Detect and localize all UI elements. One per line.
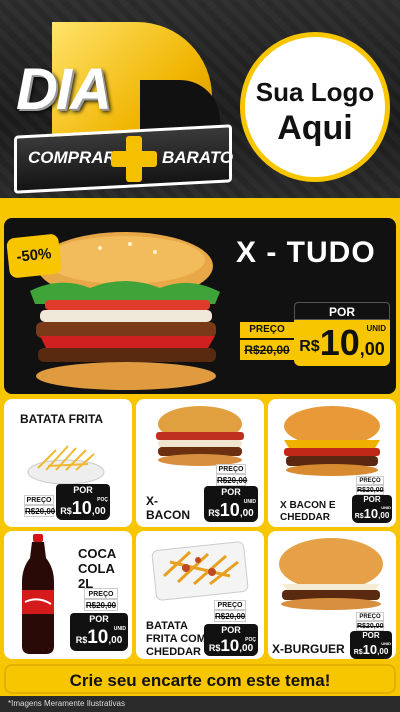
hero-unit: UNID bbox=[366, 324, 386, 333]
currency: R$ bbox=[353, 649, 363, 656]
price-box: R$10,00 UNID bbox=[70, 625, 128, 651]
currency: R$ bbox=[60, 506, 72, 516]
price-int: 10 bbox=[220, 636, 240, 655]
batata-cheddar-image bbox=[151, 541, 249, 601]
price-dec: ,00 bbox=[91, 506, 106, 517]
disclaimer-text: *Imagens Meramente Ilustrativas bbox=[0, 696, 400, 712]
por-label: POR bbox=[204, 624, 258, 636]
price-int: 10 bbox=[87, 627, 109, 648]
price-dec: ,00 bbox=[239, 508, 254, 519]
unit: POÇ bbox=[245, 637, 256, 643]
price-int: 10 bbox=[71, 498, 92, 518]
hero-preco-label: PREÇO bbox=[240, 322, 294, 338]
dia-title: DIA bbox=[16, 57, 112, 122]
product-name: X-BURGUER bbox=[272, 642, 345, 656]
product-name: X BACON E CHEDDAR bbox=[280, 500, 336, 523]
unit: UNID bbox=[113, 626, 126, 632]
por-label: POR bbox=[352, 495, 392, 505]
por-label: POR bbox=[70, 613, 128, 625]
currency: R$ bbox=[208, 508, 220, 518]
old-price: R$20,00 bbox=[356, 621, 384, 631]
product-name: BATATA FRITA bbox=[20, 412, 104, 426]
por-label: POR bbox=[350, 631, 392, 641]
por-label: POR bbox=[204, 486, 258, 498]
price-box: R$10,00 UNID bbox=[204, 498, 258, 522]
plus-icon bbox=[111, 136, 157, 182]
por-label: POR bbox=[56, 484, 110, 496]
unit: UNID bbox=[381, 505, 391, 510]
logo-placeholder[interactable]: Sua Logo Aqui bbox=[240, 32, 390, 182]
batata-frita-image bbox=[27, 445, 105, 485]
hero-old-price: R$20,00 bbox=[240, 340, 294, 360]
old-price: R$20,00 bbox=[356, 485, 384, 495]
cta-banner[interactable]: Crie seu encarte com este tema! bbox=[4, 664, 396, 694]
currency: R$ bbox=[354, 513, 364, 520]
unit: POÇ bbox=[97, 497, 108, 503]
preco-label: PREÇO bbox=[214, 600, 246, 610]
price-box: R$10,00 POÇ bbox=[56, 496, 110, 520]
x-bacon-burger-image bbox=[156, 406, 244, 466]
hero-price-int: 10 bbox=[319, 322, 360, 363]
discount-badge: -50% bbox=[6, 233, 62, 279]
price-box: R$10,00 UNID bbox=[350, 641, 392, 659]
ribbon-right-text: BARATO bbox=[162, 148, 234, 167]
logo-line1: Sua Logo bbox=[255, 77, 375, 107]
preco-label: PREÇO bbox=[24, 495, 54, 505]
unit: UNID bbox=[243, 499, 256, 505]
unit: UNID bbox=[381, 641, 391, 646]
price-int: 10 bbox=[363, 506, 379, 521]
price-box: R$10,00 UNID bbox=[352, 505, 392, 523]
price-dec: ,00 bbox=[378, 511, 390, 520]
hero-por-label: POR bbox=[294, 302, 390, 320]
header-divider bbox=[0, 198, 400, 210]
hero-product-name: X - TUDO bbox=[236, 236, 376, 269]
coca-cola-bottle-image bbox=[22, 534, 54, 654]
price-int: 10 bbox=[362, 642, 378, 657]
x-bacon-cheddar-burger-image bbox=[284, 406, 380, 476]
old-price: R$20,00 bbox=[216, 474, 248, 486]
old-price: R$20,00 bbox=[214, 610, 246, 622]
price-dec: ,00 bbox=[239, 643, 254, 654]
old-price: R$20,00 bbox=[24, 505, 56, 517]
price-dec: ,00 bbox=[377, 647, 389, 656]
price-dec: ,00 bbox=[108, 635, 123, 646]
hero-price-box: R$10,00 UNID bbox=[294, 320, 390, 366]
old-price: R$20,00 bbox=[84, 599, 118, 611]
price-box: R$10,00 POÇ bbox=[204, 636, 258, 656]
ribbon-left-text: COMPRAR bbox=[28, 148, 116, 167]
preco-label: PREÇO bbox=[356, 476, 384, 485]
preco-label: PREÇO bbox=[356, 612, 384, 621]
product-name: BATATA FRITA COM CHEDDAR bbox=[146, 620, 206, 658]
preco-label: PREÇO bbox=[216, 464, 246, 474]
hero-price-dec: ,00 bbox=[359, 339, 385, 359]
preco-label: PREÇO bbox=[84, 588, 118, 599]
currency: R$ bbox=[75, 635, 88, 645]
price-int: 10 bbox=[219, 500, 240, 520]
hero-currency: R$ bbox=[299, 338, 320, 355]
product-name: COCA COLA 2L bbox=[78, 546, 116, 591]
logo-line2: Aqui bbox=[277, 109, 353, 147]
currency: R$ bbox=[208, 643, 221, 653]
product-name: X- BACON bbox=[146, 494, 190, 522]
x-burguer-image bbox=[279, 538, 383, 610]
